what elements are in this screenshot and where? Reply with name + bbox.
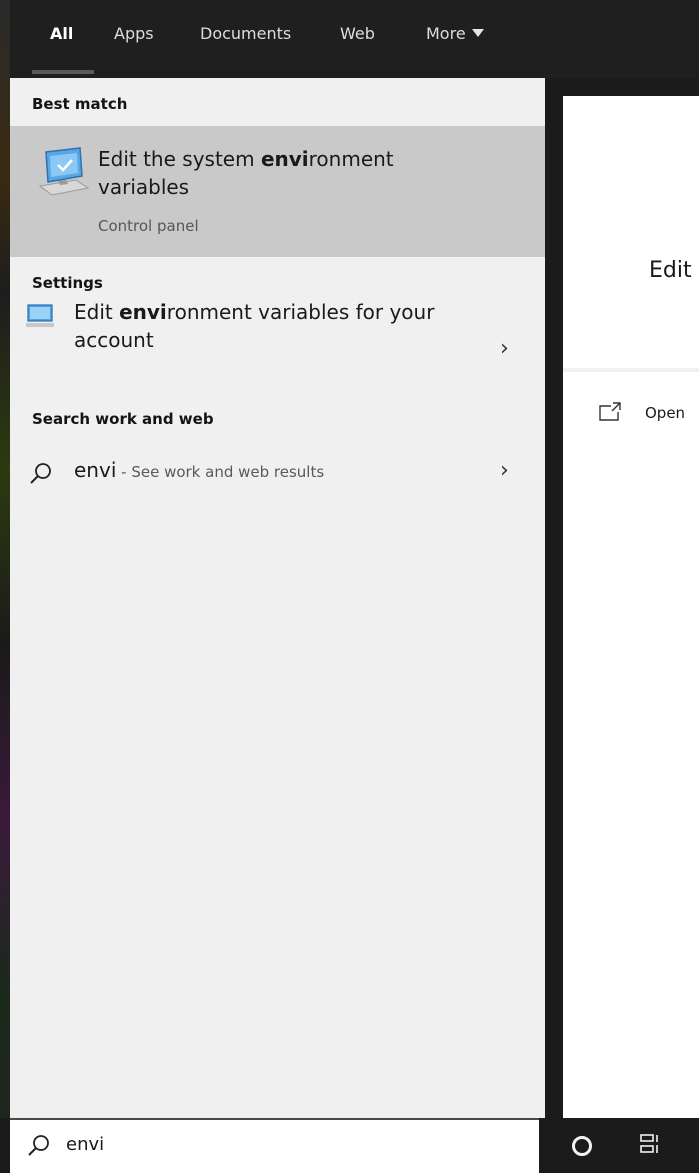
best-match-header: Best match	[32, 95, 128, 113]
caret-down-icon	[471, 29, 484, 37]
best-match-result[interactable]: Edit the system environment variables Co…	[10, 126, 545, 257]
detail-title: Edit	[649, 258, 692, 283]
settings-result-title: Edit environment variables for your acco…	[74, 298, 464, 354]
taskbar-search-box[interactable]: envi	[10, 1118, 539, 1173]
tab-apps[interactable]: Apps	[114, 24, 154, 43]
task-view-icon[interactable]	[640, 1134, 660, 1154]
search-icon	[28, 1135, 49, 1156]
tab-documents[interactable]: Documents	[200, 24, 291, 43]
best-match-title-prefix: Edit the system	[98, 147, 261, 171]
tab-web[interactable]: Web	[340, 24, 375, 43]
web-search-result[interactable]: envi - See work and web results ›	[10, 450, 545, 496]
chevron-right-icon[interactable]: ›	[500, 458, 509, 483]
best-match-title: Edit the system environment variables	[98, 145, 478, 201]
web-query: envi	[74, 458, 117, 482]
search-input[interactable]: envi	[66, 1134, 104, 1155]
start-search-window: All Apps Documents Web More Best match E…	[0, 0, 699, 1173]
best-match-subtitle: Control panel	[98, 217, 199, 235]
best-match-title-bold: envi	[260, 147, 309, 171]
settings-result[interactable]: Edit environment variables for your acco…	[10, 290, 545, 390]
detail-preview-panel: Edit Open	[563, 96, 699, 1118]
desktop-background-edge	[0, 0, 10, 1173]
search-filter-bar: All Apps Documents Web More	[10, 0, 699, 78]
detail-divider	[563, 368, 699, 372]
chevron-right-icon[interactable]: ›	[500, 336, 509, 361]
tab-more[interactable]: More	[426, 24, 484, 43]
tab-more-label: More	[426, 24, 466, 43]
open-window-icon	[599, 402, 621, 421]
settings-title-bold: envi	[119, 300, 167, 324]
results-panel: Best match Edit the system environment v…	[10, 78, 545, 1118]
tab-all[interactable]: All	[50, 24, 73, 43]
settings-title-prefix: Edit	[74, 300, 120, 324]
monitor-checkmark-icon	[38, 147, 90, 196]
search-web-header: Search work and web	[32, 410, 214, 428]
web-hint: - See work and web results	[116, 463, 325, 481]
search-icon	[30, 463, 51, 484]
active-tab-indicator	[32, 70, 94, 74]
cortana-circle-icon[interactable]	[572, 1136, 592, 1156]
monitor-icon	[26, 304, 54, 327]
web-result-text: envi - See work and web results	[74, 458, 324, 482]
open-label: Open	[645, 404, 686, 422]
